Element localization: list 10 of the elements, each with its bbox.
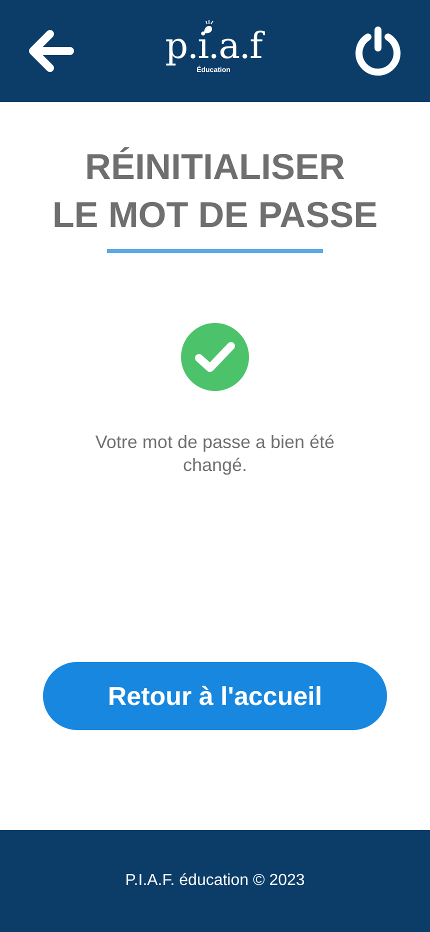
page-title: RÉINITIALISER bbox=[84, 145, 346, 189]
footer-text: P.I.A.F. éducation © 2023 bbox=[125, 871, 305, 891]
page-title: LE MOT DE PASSE bbox=[51, 193, 379, 237]
power-icon bbox=[353, 26, 403, 76]
power-button[interactable] bbox=[353, 26, 403, 76]
home-button[interactable]: Retour à l'accueil bbox=[43, 662, 387, 730]
back-arrow-icon bbox=[28, 29, 74, 73]
success-message: Votre mot de passe a bien été changé. bbox=[94, 431, 336, 477]
back-button[interactable] bbox=[28, 29, 74, 73]
success-check-icon bbox=[181, 323, 249, 391]
